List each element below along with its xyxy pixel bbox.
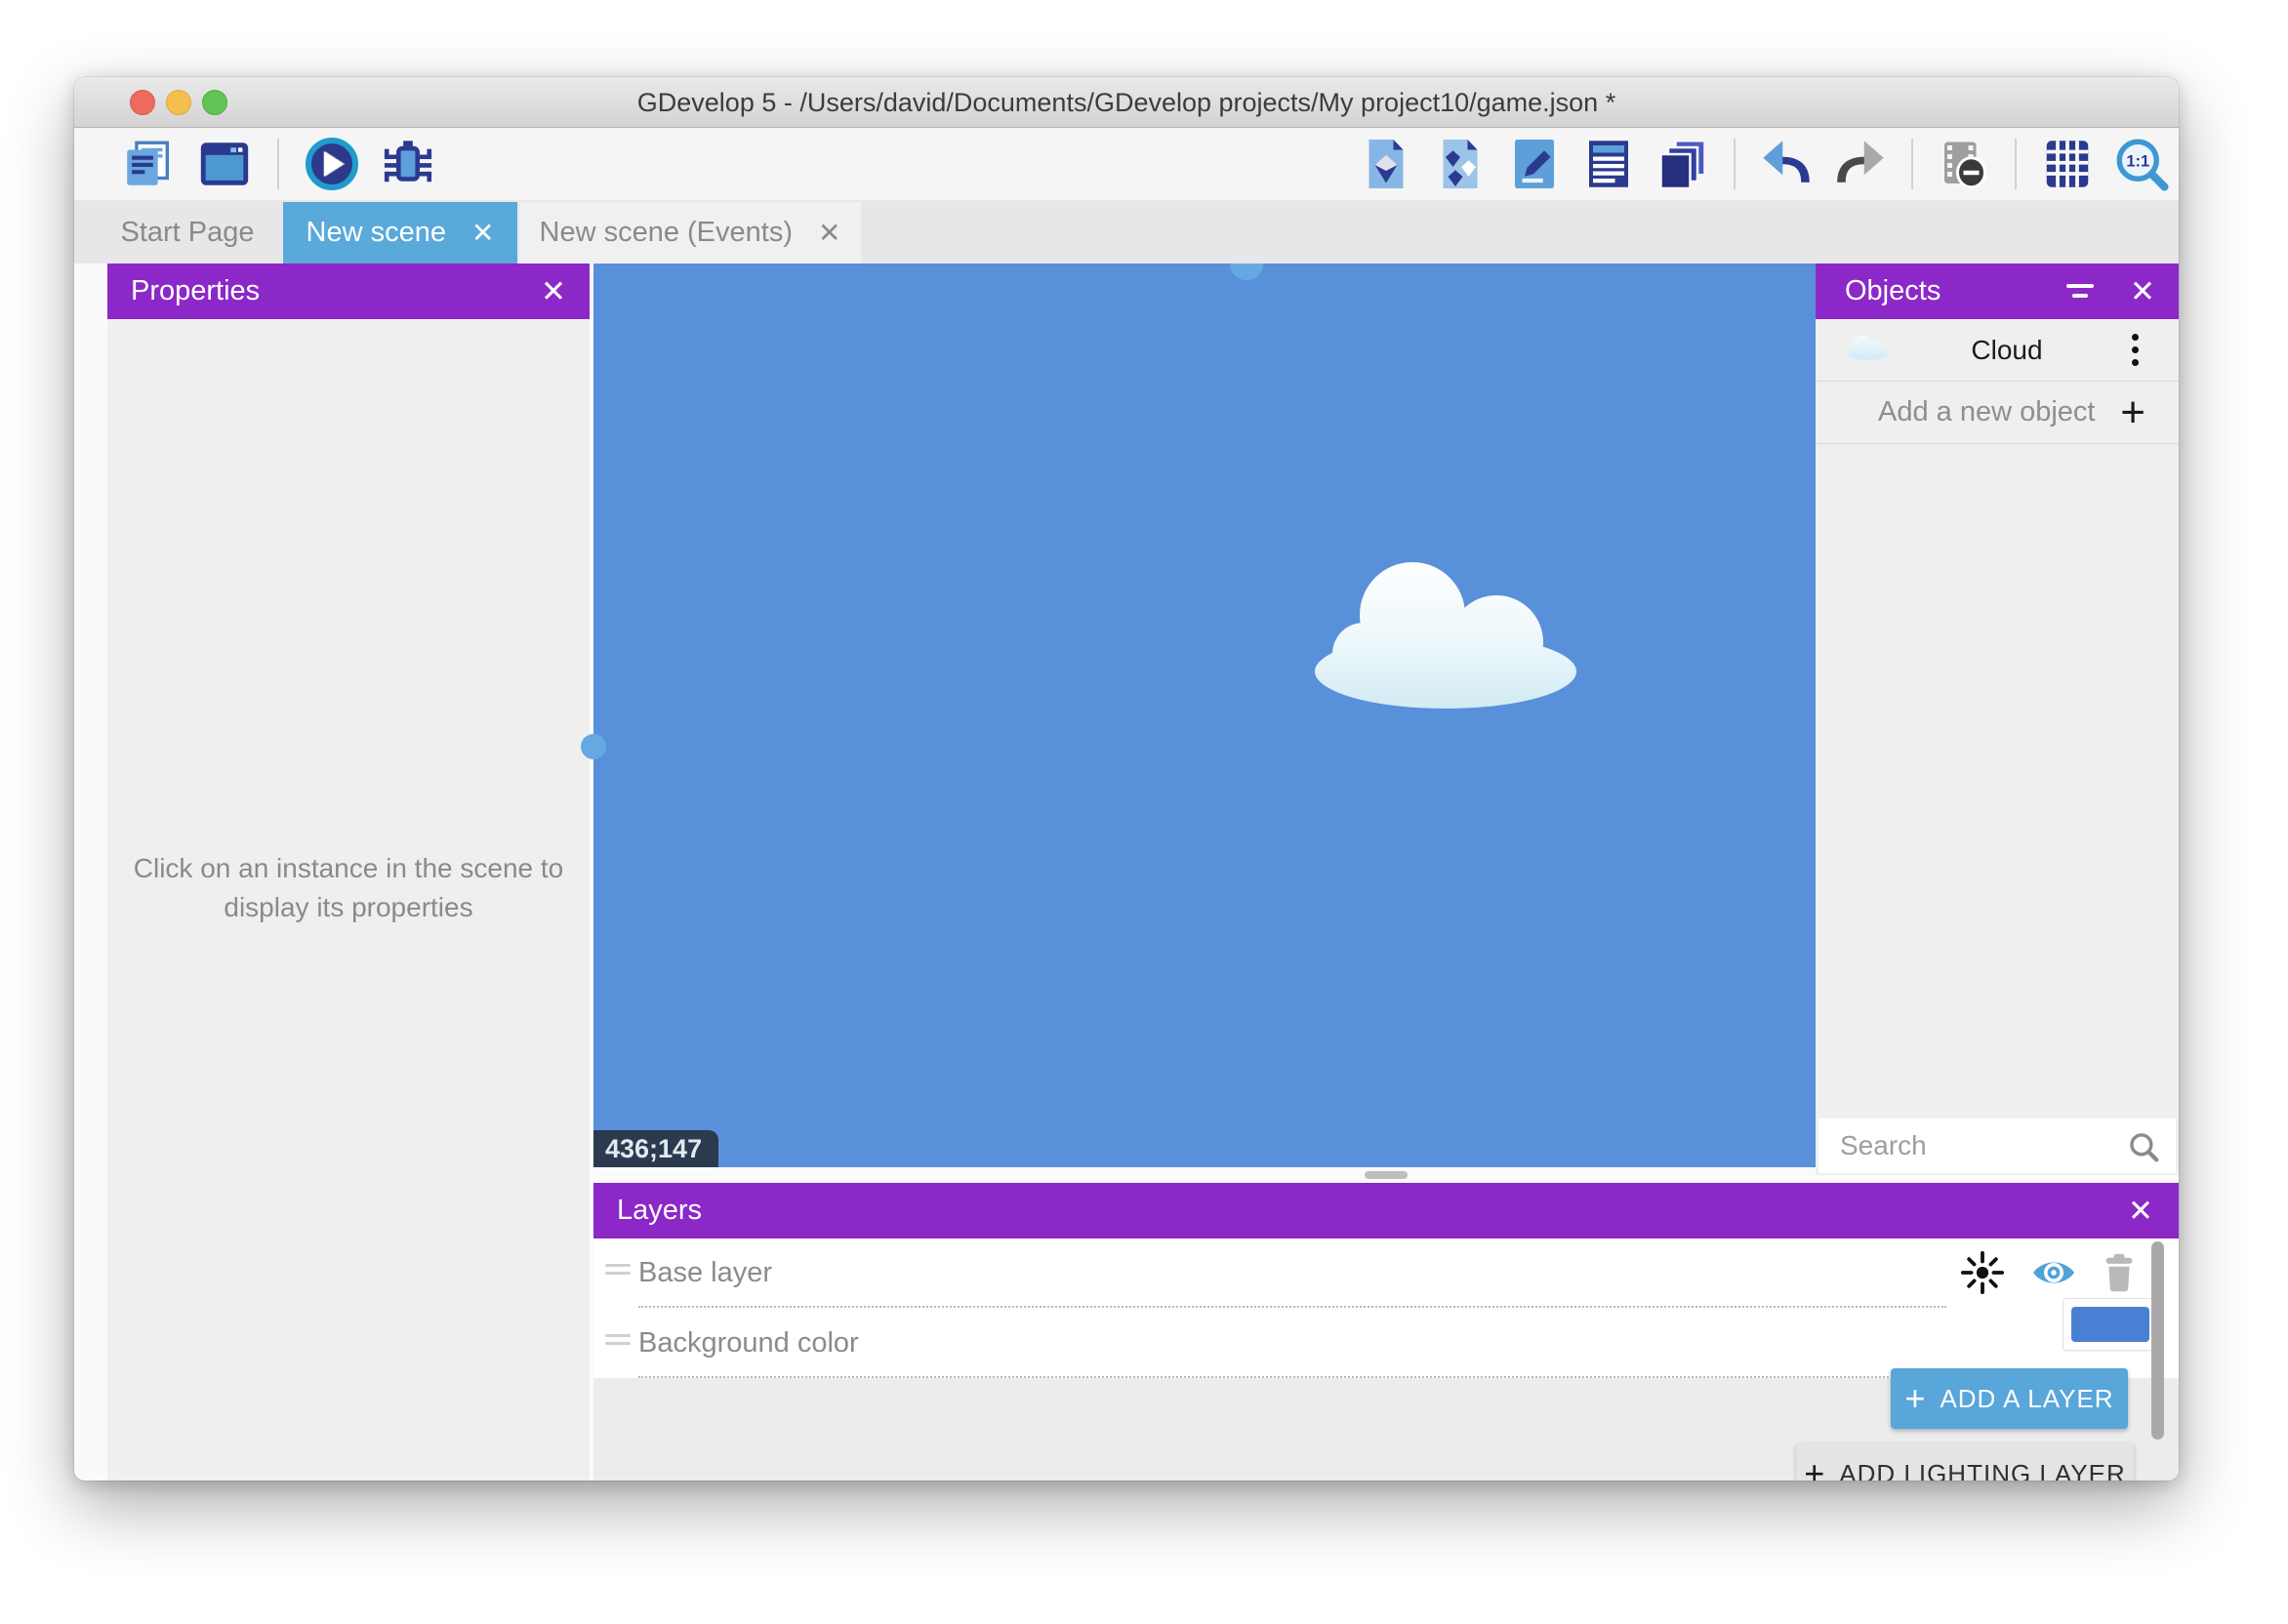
drag-handle-icon[interactable] xyxy=(605,1334,631,1350)
toolbar-separator xyxy=(1734,139,1736,189)
undo-icon[interactable] xyxy=(1757,135,1816,193)
instances-list-icon[interactable] xyxy=(1579,135,1638,193)
toolbar-separator xyxy=(277,139,279,189)
svg-text:1:1: 1:1 xyxy=(2126,152,2149,170)
close-icon[interactable]: ✕ xyxy=(2130,276,2155,306)
properties-panel-title: Properties xyxy=(131,275,260,307)
search-icon[interactable] xyxy=(2127,1130,2160,1163)
properties-panel-header: Properties ✕ xyxy=(107,264,590,319)
add-layer-button[interactable]: + ADD A LAYER xyxy=(1891,1368,2128,1429)
toolbar: 1:1 xyxy=(74,128,2179,200)
layers-panel: Layers ✕ Base layer xyxy=(593,1183,2179,1481)
panel-resize-handle[interactable] xyxy=(581,734,606,759)
window-title: GDevelop 5 - /Users/david/Documents/GDev… xyxy=(269,77,1983,128)
object-list-item-cloud[interactable]: Cloud xyxy=(1816,319,2179,382)
add-icon: + xyxy=(1804,1453,1825,1481)
cloud-thumbnail-icon xyxy=(1845,333,1892,367)
cloud-sprite[interactable] xyxy=(1313,552,1578,713)
tab-start-page[interactable]: Start Page xyxy=(92,202,283,264)
cursor-coordinates: 436;147 xyxy=(593,1130,718,1167)
debug-icon[interactable] xyxy=(379,135,437,193)
minimize-window-button[interactable] xyxy=(166,90,191,115)
layers-panel-title: Layers xyxy=(617,1195,702,1227)
add-lighting-layer-label: ADD LIGHTING LAYER xyxy=(1839,1459,2125,1482)
objects-panel-title: Objects xyxy=(1845,275,2065,307)
delete-layer-icon[interactable] xyxy=(2103,1253,2136,1297)
layer-name[interactable]: Background color xyxy=(638,1308,859,1378)
properties-panel: Properties ✕ Click on an instance in the… xyxy=(107,264,590,1481)
scene-canvas[interactable]: 436;147 xyxy=(593,264,1816,1167)
object-search xyxy=(1818,1118,2176,1173)
toolbar-separator xyxy=(2015,139,2017,189)
render-mask-icon[interactable] xyxy=(1935,135,1993,193)
add-icon[interactable]: + xyxy=(2120,391,2145,434)
scene-editor-icon[interactable] xyxy=(195,135,254,193)
maximize-window-button[interactable] xyxy=(202,90,227,115)
tab-label: New scene (Events) xyxy=(540,217,794,249)
layers-icon[interactable] xyxy=(1654,135,1712,193)
tab-label: New scene xyxy=(306,217,446,249)
tab-close-icon[interactable]: ✕ xyxy=(818,217,840,249)
preview-play-icon[interactable] xyxy=(303,135,361,193)
add-new-object-row[interactable]: Add a new object + xyxy=(1816,382,2179,444)
layers-panel-resize-handle[interactable] xyxy=(1365,1171,1408,1179)
layer-name[interactable]: Base layer xyxy=(638,1238,772,1308)
tab-label: Start Page xyxy=(120,217,254,249)
project-manager-icon[interactable] xyxy=(119,135,178,193)
filter-icon[interactable] xyxy=(2065,281,2095,303)
tab-close-icon[interactable]: ✕ xyxy=(471,217,494,249)
zoom-one-to-one-icon[interactable]: 1:1 xyxy=(2112,135,2171,193)
visibility-eye-icon[interactable] xyxy=(2030,1256,2077,1294)
properties-empty-message: Click on an instance in the scene to dis… xyxy=(107,849,590,927)
drag-handle-icon[interactable] xyxy=(605,1264,631,1279)
add-icon: + xyxy=(1904,1378,1926,1419)
toolbar-separator xyxy=(1911,139,1913,189)
titlebar: GDevelop 5 - /Users/david/Documents/GDev… xyxy=(74,77,2179,128)
add-layer-label: ADD A LAYER xyxy=(1940,1384,2113,1414)
tab-new-scene[interactable]: New scene ✕ xyxy=(283,202,517,264)
close-icon[interactable]: ✕ xyxy=(541,276,566,306)
lighting-icon[interactable] xyxy=(1960,1250,2005,1300)
object-menu-icon[interactable] xyxy=(2132,334,2140,366)
tab-new-scene-events[interactable]: New scene (Events) ✕ xyxy=(519,202,861,264)
panel-resize-handle[interactable] xyxy=(1230,264,1263,280)
redo-icon[interactable] xyxy=(1831,135,1890,193)
objects-panel: Objects ✕ xyxy=(1816,264,2179,1175)
objects-panel-header: Objects ✕ xyxy=(1816,264,2179,319)
add-object-label: Add a new object xyxy=(1878,396,2120,428)
traffic-lights xyxy=(130,90,227,115)
background-color-picker[interactable] xyxy=(2063,1299,2157,1350)
gdevelop-window: GDevelop 5 - /Users/david/Documents/GDev… xyxy=(74,77,2179,1481)
close-window-button[interactable] xyxy=(130,90,155,115)
editor-tabs: Start Page New scene ✕ New scene (Events… xyxy=(74,200,2179,264)
object-name: Cloud xyxy=(1892,335,2122,366)
background-color-swatch[interactable] xyxy=(2071,1307,2149,1342)
object-search-input[interactable] xyxy=(1818,1118,2176,1173)
add-object-icon[interactable] xyxy=(1357,135,1415,193)
objects-groups-icon[interactable] xyxy=(1431,135,1490,193)
layers-panel-header: Layers ✕ xyxy=(593,1183,2179,1238)
add-lighting-layer-button[interactable]: + ADD LIGHTING LAYER xyxy=(1796,1442,2134,1481)
close-icon[interactable]: ✕ xyxy=(2128,1196,2153,1226)
layer-row-base[interactable]: Base layer xyxy=(593,1238,2179,1308)
grid-icon[interactable] xyxy=(2038,135,2097,193)
scene-properties-icon[interactable] xyxy=(1505,135,1564,193)
layers-scrollbar[interactable] xyxy=(2151,1241,2164,1440)
